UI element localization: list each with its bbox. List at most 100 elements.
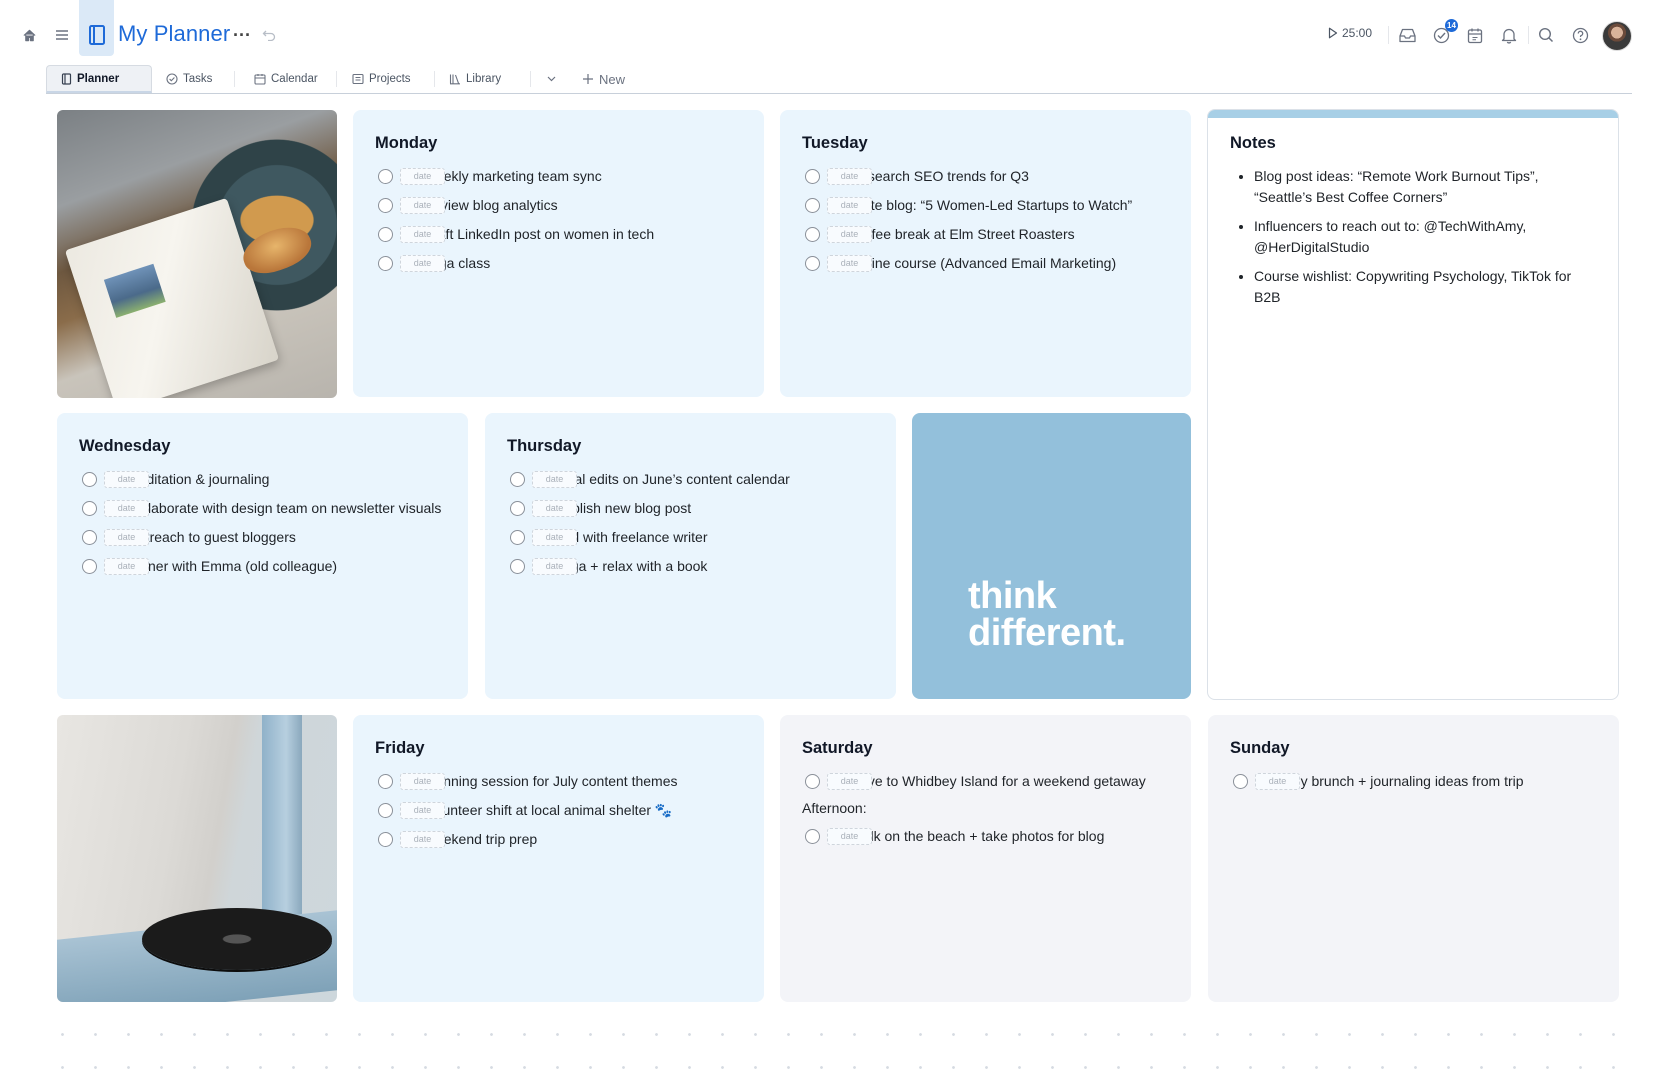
task-item[interactable]: date Outreach to guest bloggers — [79, 527, 450, 548]
task-checkbox[interactable] — [1233, 774, 1248, 789]
tab-tasks[interactable]: Tasks — [152, 65, 226, 93]
task-checkbox[interactable] — [805, 169, 820, 184]
task-checkbox[interactable] — [510, 472, 525, 487]
task-text[interactable]: Weekend trip prep — [423, 829, 746, 850]
note-item[interactable]: Course wishlist: Copywriting Psychology,… — [1254, 266, 1588, 308]
date-field[interactable]: date — [104, 500, 149, 517]
task-item[interactable]: date Dinner with Emma (old colleague) — [79, 556, 450, 577]
date-field[interactable]: date — [400, 197, 445, 214]
search-icon[interactable] — [1535, 24, 1557, 46]
date-field[interactable]: date — [827, 226, 872, 243]
date-field[interactable]: date — [400, 168, 445, 185]
task-checkbox[interactable] — [378, 803, 393, 818]
task-text[interactable]: Lazy brunch + journaling ideas from trip — [1278, 771, 1601, 792]
task-checkbox[interactable] — [805, 227, 820, 242]
task-text[interactable]: Research SEO trends for Q3 — [850, 166, 1173, 187]
calendar-icon[interactable] — [1464, 24, 1486, 46]
task-item[interactable]: date Collaborate with design team on news… — [79, 498, 450, 519]
date-field[interactable]: date — [827, 255, 872, 272]
task-item[interactable]: date Call with freelance writer — [507, 527, 878, 548]
task-text[interactable]: Planning session for July content themes — [423, 771, 746, 792]
tab-projects[interactable]: Projects — [338, 65, 425, 93]
task-item[interactable]: date Walk on the beach + take photos for … — [802, 826, 1173, 847]
task-item[interactable]: date Final edits on June’s content calend… — [507, 469, 878, 490]
task-text[interactable]: Dinner with Emma (old colleague) — [127, 556, 450, 577]
task-text[interactable]: Collaborate with design team on newslett… — [127, 498, 450, 519]
task-item[interactable]: date Draft LinkedIn post on women in tech — [375, 224, 746, 245]
task-item[interactable]: date Write blog: “5 Women-Led Startups to… — [802, 195, 1173, 216]
tab-planner[interactable]: Planner — [46, 65, 152, 93]
more-options-icon[interactable]: ··· — [230, 24, 254, 46]
task-checkbox[interactable] — [510, 501, 525, 516]
task-checkbox[interactable] — [82, 559, 97, 574]
task-item[interactable]: date Publish new blog post — [507, 498, 878, 519]
task-text[interactable]: Online course (Advanced Email Marketing) — [850, 253, 1173, 274]
bell-icon[interactable] — [1498, 24, 1520, 46]
date-field[interactable]: date — [827, 828, 872, 845]
note-item[interactable]: Influencers to reach out to: @TechWithAm… — [1254, 216, 1588, 258]
task-text[interactable]: Yoga class — [423, 253, 746, 274]
task-item[interactable]: date Weekend trip prep — [375, 829, 746, 850]
task-checkbox[interactable] — [82, 472, 97, 487]
task-checkbox[interactable] — [378, 169, 393, 184]
task-text[interactable]: Final edits on June’s content calendar — [555, 469, 878, 490]
task-item[interactable]: date Online course (Advanced Email Market… — [802, 253, 1173, 274]
task-checkbox[interactable] — [378, 832, 393, 847]
task-text[interactable]: Yoga + relax with a book — [555, 556, 878, 577]
note-item[interactable]: Blog post ideas: “Remote Work Burnout Ti… — [1254, 166, 1588, 208]
tasks-check-icon[interactable]: 14 — [1430, 19, 1458, 46]
home-icon[interactable] — [18, 24, 40, 46]
task-checkbox[interactable] — [378, 256, 393, 271]
help-icon[interactable] — [1569, 24, 1591, 46]
date-field[interactable]: date — [400, 255, 445, 272]
new-tab-button[interactable]: New — [582, 65, 625, 93]
date-field[interactable]: date — [1255, 773, 1300, 790]
task-item[interactable]: date Weekly marketing team sync — [375, 166, 746, 187]
date-field[interactable]: date — [532, 529, 577, 546]
task-checkbox[interactable] — [510, 530, 525, 545]
chevron-down-icon[interactable] — [546, 71, 557, 89]
task-item[interactable]: date Yoga class — [375, 253, 746, 274]
menu-icon[interactable] — [51, 24, 73, 46]
task-checkbox[interactable] — [805, 198, 820, 213]
tab-library[interactable]: Library — [435, 65, 515, 93]
task-text[interactable]: Review blog analytics — [423, 195, 746, 216]
task-text[interactable]: Call with freelance writer — [555, 527, 878, 548]
task-item[interactable]: date Planning session for July content th… — [375, 771, 746, 792]
date-field[interactable]: date — [400, 226, 445, 243]
task-text[interactable]: Outreach to guest bloggers — [127, 527, 450, 548]
date-field[interactable]: date — [827, 773, 872, 790]
task-checkbox[interactable] — [805, 256, 820, 271]
date-field[interactable]: date — [104, 558, 149, 575]
task-checkbox[interactable] — [510, 559, 525, 574]
task-text[interactable]: Publish new blog post — [555, 498, 878, 519]
task-text[interactable]: Weekly marketing team sync — [423, 166, 746, 187]
date-field[interactable]: date — [104, 529, 149, 546]
date-field[interactable]: date — [532, 471, 577, 488]
undo-icon[interactable] — [258, 24, 280, 46]
date-field[interactable]: date — [400, 802, 445, 819]
task-item[interactable]: date Meditation & journaling — [79, 469, 450, 490]
date-field[interactable]: date — [104, 471, 149, 488]
task-item[interactable]: date Yoga + relax with a book — [507, 556, 878, 577]
date-field[interactable]: date — [827, 168, 872, 185]
task-checkbox[interactable] — [805, 829, 820, 844]
user-avatar[interactable] — [1602, 21, 1632, 51]
task-checkbox[interactable] — [378, 774, 393, 789]
task-text[interactable]: Meditation & journaling — [127, 469, 450, 490]
task-item[interactable]: date Drive to Whidbey Island for a weeken… — [802, 771, 1173, 792]
task-item[interactable]: date Review blog analytics — [375, 195, 746, 216]
task-checkbox[interactable] — [378, 227, 393, 242]
page-title[interactable]: My Planner — [118, 21, 230, 47]
date-field[interactable]: date — [400, 773, 445, 790]
task-text[interactable]: Volunteer shift at local animal shelter … — [423, 800, 746, 821]
task-checkbox[interactable] — [378, 198, 393, 213]
task-checkbox[interactable] — [82, 530, 97, 545]
date-field[interactable]: date — [400, 831, 445, 848]
task-item[interactable]: date Coffee break at Elm Street Roasters — [802, 224, 1173, 245]
task-text[interactable]: Drive to Whidbey Island for a weekend ge… — [850, 771, 1173, 792]
inbox-icon[interactable] — [1396, 24, 1418, 46]
task-text[interactable]: Write blog: “5 Women-Led Startups to Wat… — [850, 195, 1173, 216]
task-text[interactable]: Draft LinkedIn post on women in tech — [423, 224, 746, 245]
tab-calendar[interactable]: Calendar — [240, 65, 332, 93]
